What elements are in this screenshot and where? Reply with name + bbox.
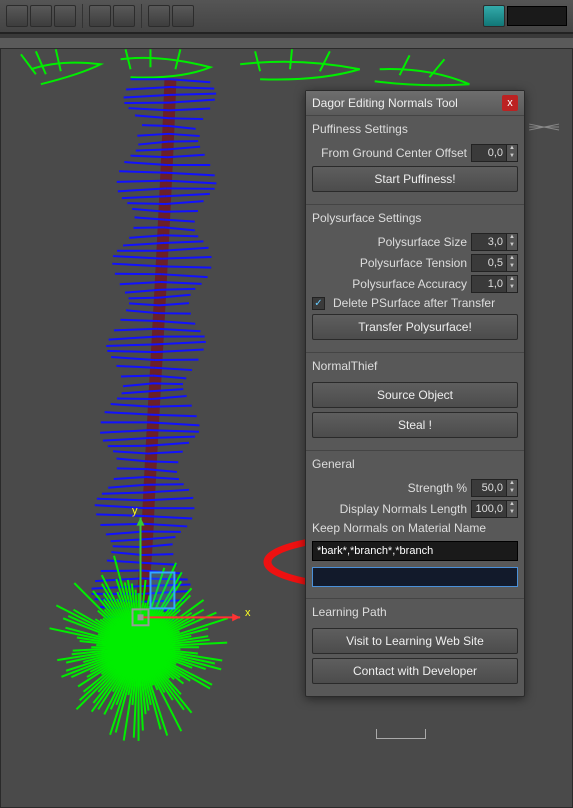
transfer-polysurface-button[interactable]: Transfer Polysurface! bbox=[312, 314, 518, 340]
start-puffiness-button[interactable]: Start Puffiness! bbox=[312, 166, 518, 192]
toolbar-input[interactable] bbox=[507, 6, 567, 26]
tension-label: Polysurface Tension bbox=[360, 256, 467, 270]
steal-button[interactable]: Steal ! bbox=[312, 412, 518, 438]
toolbar-button[interactable] bbox=[6, 5, 28, 27]
section-header: General bbox=[312, 455, 518, 476]
panel-titlebar[interactable]: Dagor Editing Normals Tool x bbox=[306, 91, 524, 115]
strength-label: Strength % bbox=[408, 481, 467, 495]
size-spinner[interactable]: ▲▼ bbox=[471, 233, 518, 251]
close-button[interactable]: x bbox=[502, 95, 518, 111]
visit-website-button[interactable]: Visit to Learning Web Site bbox=[312, 628, 518, 654]
section-header: Learning Path bbox=[312, 603, 518, 624]
material-names-input-2[interactable] bbox=[312, 567, 518, 587]
size-label: Polysurface Size bbox=[378, 235, 467, 249]
spinner-up-icon[interactable]: ▲ bbox=[506, 145, 517, 153]
toolbar-separator bbox=[82, 4, 83, 28]
axis-x-label: x bbox=[245, 607, 251, 619]
normals-length-spinner[interactable]: ▲▼ bbox=[471, 500, 518, 518]
tension-spinner[interactable]: ▲▼ bbox=[471, 254, 518, 272]
strength-spinner[interactable]: ▲▼ bbox=[471, 479, 518, 497]
toolbar-button[interactable] bbox=[89, 5, 111, 27]
delete-psurface-checkbox[interactable]: ✓ bbox=[312, 297, 325, 310]
offset-label: From Ground Center Offset bbox=[321, 146, 467, 160]
contact-developer-button[interactable]: Contact with Developer bbox=[312, 658, 518, 684]
toolbar-button[interactable] bbox=[172, 5, 194, 27]
general-section: General Strength % ▲▼ Display Normals Le… bbox=[306, 450, 524, 598]
keep-normals-label: Keep Normals on Material Name bbox=[312, 521, 486, 535]
toolbar-button[interactable] bbox=[30, 5, 52, 27]
axis-y-label: y bbox=[132, 505, 138, 517]
section-header: Polysurface Settings bbox=[312, 209, 518, 230]
offset-spinner[interactable]: ▲▼ bbox=[471, 144, 518, 162]
delete-psurface-label: Delete PSurface after Transfer bbox=[333, 296, 495, 310]
accuracy-label: Polysurface Accuracy bbox=[352, 277, 467, 291]
normals-length-label: Display Normals Length bbox=[340, 502, 467, 516]
section-header: NormalThief bbox=[312, 357, 518, 378]
source-object-button[interactable]: Source Object bbox=[312, 382, 518, 408]
learning-section: Learning Path Visit to Learning Web Site… bbox=[306, 598, 524, 696]
toolbar-separator bbox=[141, 4, 142, 28]
accuracy-spinner[interactable]: ▲▼ bbox=[471, 275, 518, 293]
section-header: Puffiness Settings bbox=[312, 120, 518, 141]
normals-tool-panel: Dagor Editing Normals Tool x Puffiness S… bbox=[305, 90, 525, 697]
toolbar-button[interactable] bbox=[148, 5, 170, 27]
panel-title-text: Dagor Editing Normals Tool bbox=[312, 96, 458, 110]
toolbar-button[interactable] bbox=[54, 5, 76, 27]
toolbar-button[interactable] bbox=[483, 5, 505, 27]
puffiness-section: Puffiness Settings From Ground Center Of… bbox=[306, 115, 524, 204]
top-toolbar bbox=[0, 0, 573, 34]
spinner-down-icon[interactable]: ▼ bbox=[506, 153, 517, 161]
material-names-input[interactable] bbox=[312, 541, 518, 561]
toolbar-button[interactable] bbox=[113, 5, 135, 27]
polysurface-section: Polysurface Settings Polysurface Size ▲▼… bbox=[306, 204, 524, 352]
normalthief-section: NormalThief Source Object Steal ! bbox=[306, 352, 524, 450]
panel-resize-handle[interactable] bbox=[376, 729, 426, 739]
